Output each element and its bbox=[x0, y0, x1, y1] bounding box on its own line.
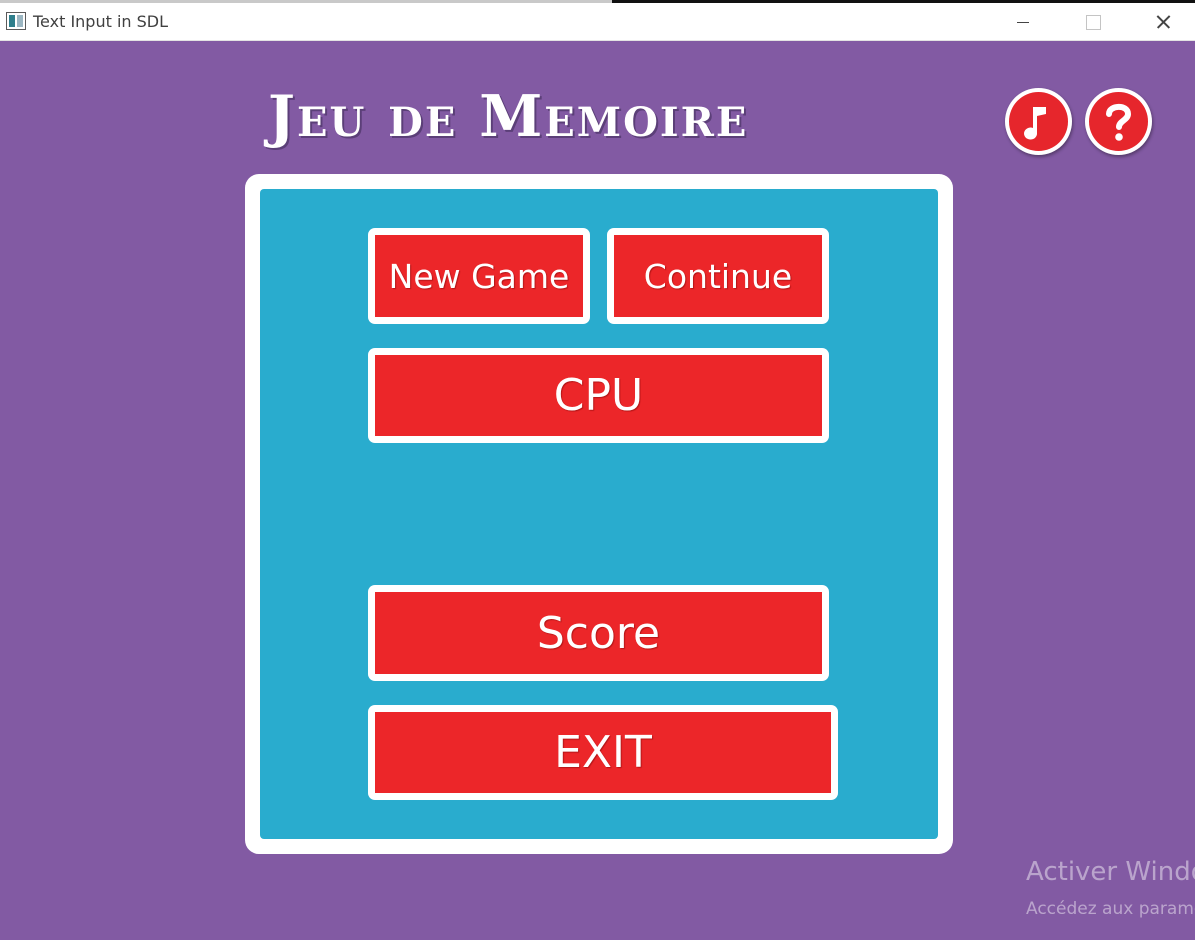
continue-label: Continue bbox=[643, 256, 793, 296]
cpu-button-face: CPU bbox=[375, 355, 822, 436]
cpu-button[interactable]: CPU bbox=[368, 348, 829, 443]
watermark-subtitle: Accédez aux paramètres pour activer Wind… bbox=[1026, 899, 1195, 919]
exit-button-face: EXIT bbox=[375, 712, 831, 793]
window-titlebar[interactable]: Text Input in SDL bbox=[0, 3, 1195, 41]
score-label: Score bbox=[536, 607, 661, 659]
question-mark-icon bbox=[1106, 103, 1132, 141]
app-window-icon bbox=[6, 12, 26, 30]
cpu-label: CPU bbox=[553, 370, 644, 421]
new-game-button-face: New Game bbox=[375, 235, 583, 317]
music-note-icon bbox=[1024, 107, 1046, 140]
score-button[interactable]: Score bbox=[368, 585, 829, 681]
game-title: Jeu de Memoire bbox=[268, 83, 749, 150]
minimize-button[interactable] bbox=[1000, 3, 1046, 41]
activation-watermark: Activer Windows Accédez aux paramètres p… bbox=[1026, 857, 1195, 927]
window-title: Text Input in SDL bbox=[33, 12, 169, 31]
watermark-title: Activer Windows bbox=[1026, 857, 1195, 887]
continue-button-face: Continue bbox=[614, 235, 822, 317]
continue-button[interactable]: Continue bbox=[607, 228, 829, 324]
score-button-face: Score bbox=[375, 592, 822, 674]
maximize-button[interactable] bbox=[1069, 3, 1115, 41]
close-button[interactable] bbox=[1140, 3, 1186, 41]
exit-label: EXIT bbox=[554, 727, 652, 778]
exit-button[interactable]: EXIT bbox=[368, 705, 838, 800]
new-game-label: New Game bbox=[388, 256, 570, 296]
help-button[interactable] bbox=[1085, 88, 1152, 155]
music-button[interactable] bbox=[1005, 88, 1072, 155]
new-game-button[interactable]: New Game bbox=[368, 228, 590, 324]
